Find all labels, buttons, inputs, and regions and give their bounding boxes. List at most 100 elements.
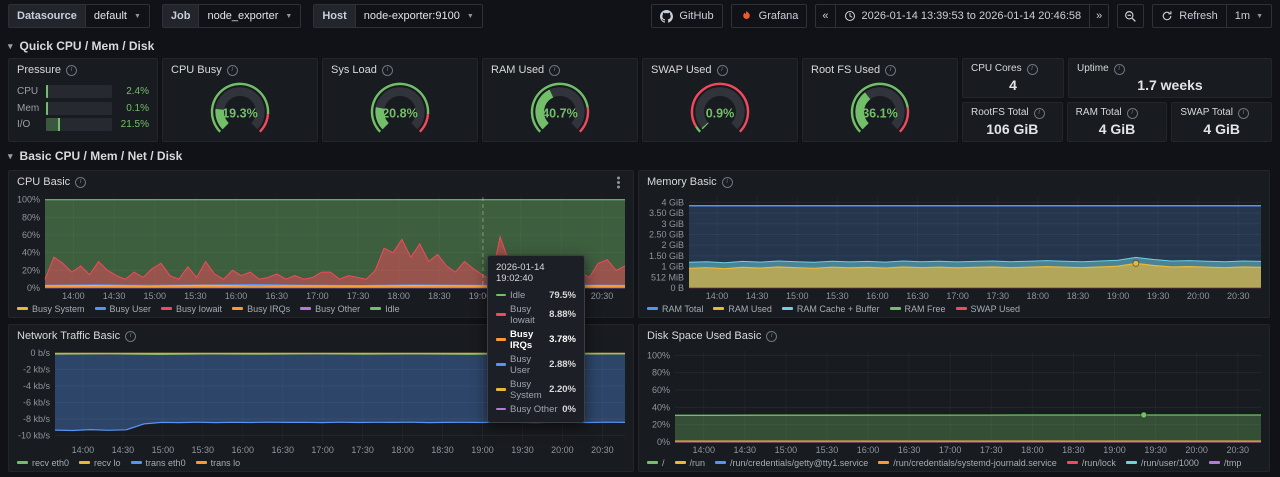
legend-label: RAM Cache + Buffer xyxy=(797,304,880,314)
svg-text:17:30: 17:30 xyxy=(980,445,1003,455)
panel-title: Uptime xyxy=(1077,62,1109,76)
info-icon[interactable]: i xyxy=(717,65,728,76)
panel-sys-load: Sys Loadi 20.8% xyxy=(322,58,478,142)
variable-value-dropdown[interactable]: default▼ xyxy=(86,5,149,27)
legend-item-idle[interactable]: Idle xyxy=(370,304,400,314)
panel-header[interactable]: CPU Cores i xyxy=(963,59,1063,76)
legend-item-run[interactable]: /run xyxy=(675,458,706,468)
info-icon[interactable]: i xyxy=(766,331,777,342)
section-header-quick[interactable]: ▾ Quick CPU / Mem / Disk xyxy=(0,32,1280,58)
legend-item-busy-user[interactable]: Busy User xyxy=(95,304,152,314)
legend-item-ram-cache-buffer[interactable]: RAM Cache + Buffer xyxy=(782,304,880,314)
panel-swap-total: SWAP Total i 4 GiB xyxy=(1171,102,1272,142)
disk-space-chart[interactable]: 100%80%60%40%20%0%14:0014:3015:0015:3016… xyxy=(639,345,1269,471)
info-icon[interactable]: i xyxy=(885,65,896,76)
legend-item-busy-other[interactable]: Busy Other xyxy=(300,304,360,314)
legend-item-run-credentials-systemd-journald-service[interactable]: /run/credentials/systemd-journald.servic… xyxy=(878,458,1057,468)
series-color-swatch xyxy=(496,363,506,366)
legend-label: /run/credentials/getty@tty1.service xyxy=(730,458,868,468)
variable-value-dropdown[interactable]: node-exporter:9100▼ xyxy=(356,5,482,27)
info-icon[interactable]: i xyxy=(1034,108,1045,119)
panel-header[interactable]: RAM Total i xyxy=(1068,103,1167,120)
legend-label: recv lo xyxy=(94,458,121,468)
legend-item-busy-iowait[interactable]: Busy Iowait xyxy=(161,304,222,314)
info-icon[interactable]: i xyxy=(66,65,77,76)
variable-control-host[interactable]: Hostnode-exporter:9100▼ xyxy=(313,4,482,28)
panel-header[interactable]: Root FS Usedi xyxy=(803,59,957,79)
legend-item-trans-eth0[interactable]: trans eth0 xyxy=(131,458,186,468)
variable-control-datasource[interactable]: Datasourcedefault▼ xyxy=(8,4,150,28)
info-icon[interactable]: i xyxy=(549,65,560,76)
panel-header[interactable]: SWAP Total i xyxy=(1172,103,1271,120)
legend-item-trans-lo[interactable]: trans lo xyxy=(196,458,241,468)
info-icon[interactable]: i xyxy=(722,177,733,188)
time-range-picker[interactable]: 2026-01-14 13:39:53 to 2026-01-14 20:46:… xyxy=(835,4,1091,28)
legend-item-swap-used[interactable]: SWAP Used xyxy=(956,304,1021,314)
time-forward-icon: » xyxy=(1096,10,1102,22)
panel-header[interactable]: RootFS Total i xyxy=(963,103,1062,120)
panel-header[interactable]: Pressure i xyxy=(9,59,157,79)
info-icon[interactable]: i xyxy=(1238,108,1249,119)
section-header-basic[interactable]: ▾ Basic CPU / Mem / Net / Disk xyxy=(0,142,1280,168)
refresh-interval-dropdown[interactable]: 1m ▼ xyxy=(1226,4,1272,28)
panel-header[interactable]: Disk Space Used Basic i xyxy=(639,325,1269,345)
panel-header[interactable]: CPU Busyi xyxy=(163,59,317,79)
svg-text:18:30: 18:30 xyxy=(428,291,451,301)
legend-item-run-user-1000[interactable]: /run/user/1000 xyxy=(1126,458,1199,468)
series-color-swatch xyxy=(782,307,793,310)
panel-header[interactable]: Sys Loadi xyxy=(323,59,477,79)
info-icon[interactable]: i xyxy=(227,65,238,76)
svg-text:3.50 GiB: 3.50 GiB xyxy=(649,208,684,218)
svg-text:16:30: 16:30 xyxy=(265,291,288,301)
time-shift-back-button[interactable]: « xyxy=(815,4,835,28)
legend-item-ram-total[interactable]: RAM Total xyxy=(647,304,703,314)
zoom-out-button[interactable] xyxy=(1117,4,1144,28)
info-icon[interactable]: i xyxy=(1127,108,1138,119)
panel-menu-icon[interactable] xyxy=(611,175,625,189)
refresh-button[interactable]: Refresh xyxy=(1152,4,1227,28)
legend-item-recv-eth0[interactable]: recv eth0 xyxy=(17,458,69,468)
svg-text:512 MiB: 512 MiB xyxy=(651,272,684,282)
memory-basic-chart[interactable]: 4 GiB3.50 GiB3 GiB2.50 GiB2 GiB1.50 GiB1… xyxy=(639,191,1269,317)
legend-item-recv-lo[interactable]: recv lo xyxy=(79,458,121,468)
legend-item-ram-free[interactable]: RAM Free xyxy=(890,304,946,314)
time-shift-forward-button[interactable]: » xyxy=(1089,4,1109,28)
panel-title: Disk Space Used Basic xyxy=(647,329,761,343)
variable-label: Job xyxy=(163,5,200,27)
legend-item-tmp[interactable]: /tmp xyxy=(1209,458,1242,468)
pressure-label: Mem xyxy=(17,103,41,114)
legend-item-run-credentials-getty-tty1-service[interactable]: /run/credentials/getty@tty1.service xyxy=(715,458,868,468)
panel-header[interactable]: RAM Usedi xyxy=(483,59,637,79)
series-color-swatch xyxy=(131,461,142,464)
chart-svg-disk-space-used-basic[interactable]: 100%80%60%40%20%0%14:0014:3015:0015:3016… xyxy=(639,345,1269,456)
info-icon[interactable]: i xyxy=(382,65,393,76)
panel-rootfs-total: RootFS Total i 106 GiB xyxy=(962,102,1063,142)
panel-header[interactable]: SWAP Usedi xyxy=(643,59,797,79)
legend-item-run-lock[interactable]: /run/lock xyxy=(1067,458,1116,468)
github-icon xyxy=(660,10,673,23)
panel-title: CPU Cores xyxy=(971,62,1022,76)
panel-header[interactable]: Memory Basic i xyxy=(639,171,1269,191)
info-icon[interactable]: i xyxy=(1114,64,1125,75)
legend-label: Busy Iowait xyxy=(176,304,222,314)
info-icon[interactable]: i xyxy=(1027,64,1038,75)
legend-item-busy-irqs[interactable]: Busy IRQs xyxy=(232,304,290,314)
tooltip-series-value: 8.88% xyxy=(549,309,576,320)
panel-header[interactable]: Uptime i xyxy=(1069,59,1271,76)
info-icon[interactable]: i xyxy=(125,331,136,342)
svg-text:19:30: 19:30 xyxy=(1144,445,1167,455)
legend-item-busy-system[interactable]: Busy System xyxy=(17,304,85,314)
panel-header[interactable]: CPU Basic i xyxy=(9,171,633,191)
pressure-bar-fill xyxy=(46,118,60,131)
svg-text:20.8%: 20.8% xyxy=(382,107,418,121)
github-link-button[interactable]: GitHub xyxy=(651,4,722,28)
legend-item-ram-used[interactable]: RAM Used xyxy=(713,304,772,314)
variable-control-job[interactable]: Jobnode_exporter▼ xyxy=(162,4,301,28)
chart-svg-memory-basic[interactable]: 4 GiB3.50 GiB3 GiB2.50 GiB2 GiB1.50 GiB1… xyxy=(639,191,1269,302)
variable-value-dropdown[interactable]: node_exporter▼ xyxy=(199,5,300,27)
variable-label: Host xyxy=(314,5,355,27)
legend-item-[interactable]: / xyxy=(647,458,665,468)
panel-pressure: Pressure i CPU2.4%Mem0.1%I/O21.5% xyxy=(8,58,158,142)
grafana-link-button[interactable]: Grafana xyxy=(731,4,808,28)
info-icon[interactable]: i xyxy=(75,177,86,188)
